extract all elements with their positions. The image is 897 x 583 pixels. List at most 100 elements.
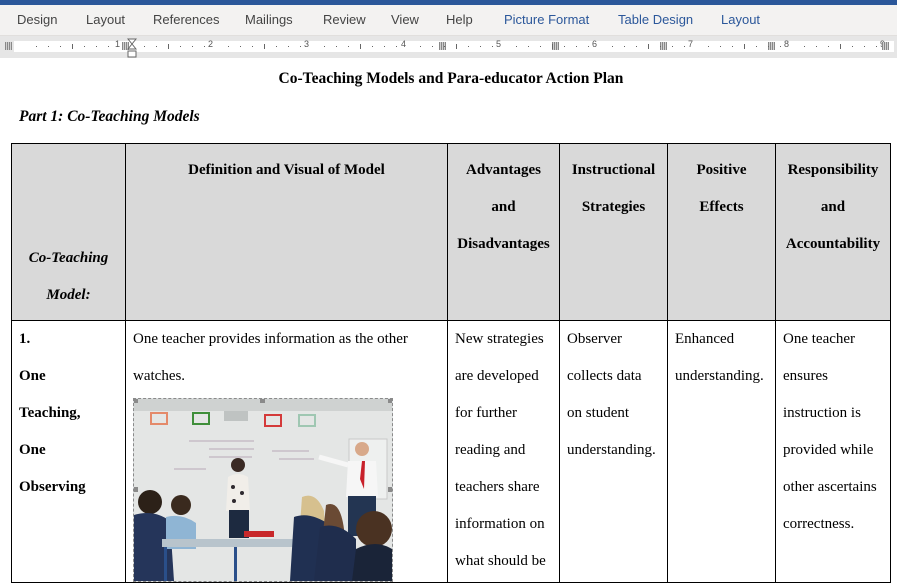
resize-handle[interactable]: [260, 399, 265, 403]
ruler-scale: 1 2 3 4 5 6 7 8 9: [14, 39, 894, 52]
ruler-dot: [576, 46, 577, 47]
document-page[interactable]: Co-Teaching Models and Para-educator Act…: [0, 58, 897, 583]
ruler-dot: [804, 46, 805, 47]
ruler-number: 7: [688, 39, 694, 49]
ruler-dot: [396, 46, 397, 47]
ruler-tick: [456, 44, 457, 49]
row-number: 1.: [19, 331, 31, 347]
ruler-number: 5: [496, 39, 502, 49]
header-responsibility[interactable]: Responsibility and Accountability: [775, 143, 891, 321]
tab-picture-format[interactable]: Picture Format: [504, 12, 589, 27]
ruler-dot: [204, 46, 205, 47]
ruler-tick: [552, 44, 553, 49]
ruler-dot: [180, 46, 181, 47]
header-strategies[interactable]: Instructional Strategies: [559, 143, 668, 321]
ruler-number: 3: [304, 39, 310, 49]
ruler-dot: [288, 46, 289, 47]
horizontal-ruler[interactable]: 1 2 3 4 5 6 7 8 9: [0, 36, 897, 58]
ruler-dot: [60, 46, 61, 47]
ruler-dot: [324, 46, 325, 47]
header-positive-effects[interactable]: Positive Effects: [667, 143, 776, 321]
ruler-tick: [264, 44, 265, 49]
ruler-dot: [708, 46, 709, 47]
ruler-dot: [348, 46, 349, 47]
tab-help[interactable]: Help: [446, 12, 473, 27]
ruler-number: 2: [208, 39, 214, 49]
ruler-dot: [828, 46, 829, 47]
ruler-dot: [612, 46, 613, 47]
ruler-dot: [276, 46, 277, 47]
classroom-photo[interactable]: [133, 398, 393, 582]
ruler-number: 8: [784, 39, 790, 49]
tab-table-design[interactable]: Table Design: [618, 12, 693, 27]
ruler-dot: [756, 46, 757, 47]
ruler-column-marker[interactable]: [660, 42, 667, 50]
ruler-tick: [744, 44, 745, 49]
ruler-dot: [684, 46, 685, 47]
ruler-dot: [672, 46, 673, 47]
ruler-dot: [444, 46, 445, 47]
cell-strategies[interactable]: Observer collects data on student unders…: [559, 320, 668, 583]
ruler-dot: [492, 46, 493, 47]
header-co-teaching-model[interactable]: Co-Teaching Model:: [11, 143, 126, 321]
tab-mailings[interactable]: Mailings: [245, 12, 293, 27]
part-heading: Part 1: Co-Teaching Models: [19, 108, 200, 125]
ruler-dot: [96, 46, 97, 47]
cell-advantages[interactable]: New strategies are developed for further…: [447, 320, 560, 583]
co-teaching-table[interactable]: Co-Teaching Model: Definition and Visual…: [11, 143, 891, 583]
tab-view[interactable]: View: [391, 12, 419, 27]
cell-model[interactable]: 1. One Teaching, One Observing: [11, 320, 126, 583]
ruler-number: 6: [592, 39, 598, 49]
model-name: One Teaching, One Observing: [19, 368, 86, 495]
ruler-table-marker[interactable]: [5, 42, 12, 50]
document-title: Co-Teaching Models and Para-educator Act…: [278, 70, 624, 87]
ruler-tick: [648, 44, 649, 49]
tab-design[interactable]: Design: [17, 12, 57, 27]
indent-marker-icon[interactable]: [127, 38, 137, 58]
table-header-row: Co-Teaching Model: Definition and Visual…: [11, 143, 891, 321]
ruler-dot: [516, 46, 517, 47]
resize-handle[interactable]: [388, 487, 392, 492]
header-definition[interactable]: Definition and Visual of Model: [125, 143, 448, 321]
ruler-dot: [336, 46, 337, 47]
resize-handle[interactable]: [388, 399, 392, 403]
definition-text: One teacher provides information as the …: [133, 331, 408, 384]
ruler-dot: [192, 46, 193, 47]
tab-layout[interactable]: Layout: [86, 12, 125, 27]
classroom-image-icon: [134, 399, 392, 581]
ruler-dot: [384, 46, 385, 47]
ruler-dot: [864, 46, 865, 47]
resize-handle[interactable]: [134, 487, 138, 492]
cell-responsibility[interactable]: One teacher ensures instruction is provi…: [775, 320, 891, 583]
tab-references[interactable]: References: [153, 12, 219, 27]
ruler-column-marker[interactable]: [768, 42, 775, 50]
ruler-tick: [168, 44, 169, 49]
resize-handle[interactable]: [134, 399, 138, 403]
ribbon-tab-bar: Design Layout References Mailings Review…: [0, 5, 897, 36]
ruler-tick: [72, 44, 73, 49]
ruler-dot: [780, 46, 781, 47]
ruler-dot: [36, 46, 37, 47]
ruler-dot: [300, 46, 301, 47]
header-advantages[interactable]: Advantages and Disadvantages: [447, 143, 560, 321]
cell-definition[interactable]: One teacher provides information as the …: [125, 320, 448, 583]
ruler-column-marker[interactable]: [882, 42, 889, 50]
ruler-dot: [720, 46, 721, 47]
ruler-column-marker[interactable]: [552, 42, 559, 50]
ruler-dot: [768, 46, 769, 47]
cell-positive-effects[interactable]: Enhanced understanding.: [667, 320, 776, 583]
ruler-dot: [876, 46, 877, 47]
ruler-dot: [420, 46, 421, 47]
ruler-dot: [660, 46, 661, 47]
tab-review[interactable]: Review: [323, 12, 366, 27]
ruler-dot: [564, 46, 565, 47]
ruler-dot: [528, 46, 529, 47]
ruler-number: 4: [401, 39, 407, 49]
ruler-dot: [252, 46, 253, 47]
tab-table-layout[interactable]: Layout: [721, 12, 760, 27]
ruler-dot: [732, 46, 733, 47]
ruler-dot: [480, 46, 481, 47]
ruler-dot: [852, 46, 853, 47]
ruler-dot: [108, 46, 109, 47]
ruler-dot: [624, 46, 625, 47]
